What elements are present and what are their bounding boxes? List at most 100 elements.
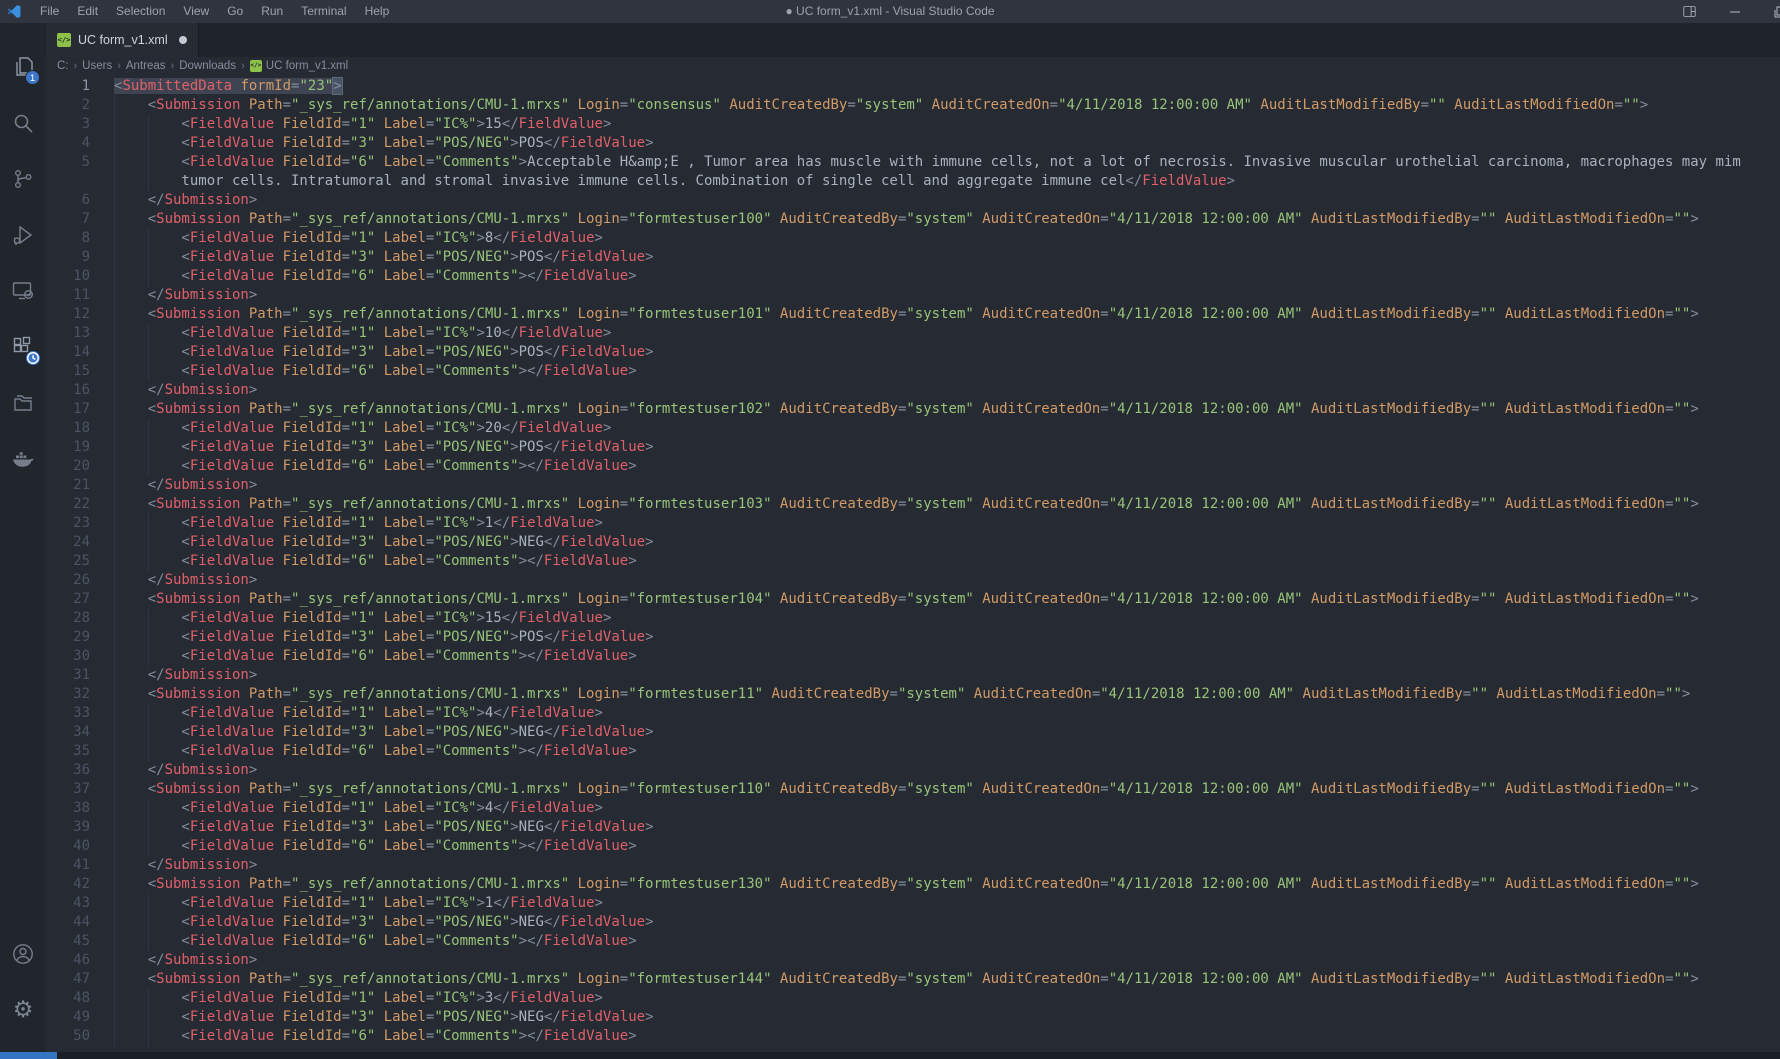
code-line[interactable]: 20<FieldValue FieldId="6" Label="Comment… xyxy=(46,457,1780,476)
line-number[interactable]: 22 xyxy=(46,495,114,514)
line-number[interactable]: 29 xyxy=(46,628,114,647)
code-line[interactable]: 3<FieldValue FieldId="1" Label="IC%">15<… xyxy=(46,115,1780,134)
code-line[interactable]: 34<FieldValue FieldId="3" Label="POS/NEG… xyxy=(46,723,1780,742)
accounts-icon[interactable] xyxy=(0,926,46,982)
breadcrumb-segment[interactable]: </>UC form_v1.xml xyxy=(248,60,350,72)
line-number[interactable]: 21 xyxy=(46,476,114,495)
search-icon[interactable] xyxy=(0,95,46,151)
code-line[interactable]: 29<FieldValue FieldId="3" Label="POS/NEG… xyxy=(46,628,1780,647)
code-line[interactable]: 46</Submission> xyxy=(46,951,1780,970)
menu-go[interactable]: Go xyxy=(218,0,252,23)
code-line[interactable]: 4<FieldValue FieldId="3" Label="POS/NEG"… xyxy=(46,134,1780,153)
unsaved-dot-icon[interactable] xyxy=(179,36,187,44)
line-number[interactable]: 31 xyxy=(46,666,114,685)
code-line[interactable]: 38<FieldValue FieldId="1" Label="IC%">4<… xyxy=(46,799,1780,818)
line-number[interactable]: 8 xyxy=(46,229,114,248)
line-number[interactable]: 27 xyxy=(46,590,114,609)
line-number[interactable]: 14 xyxy=(46,343,114,362)
line-number[interactable]: 1 xyxy=(46,77,114,96)
line-number[interactable]: 7 xyxy=(46,210,114,229)
code-line[interactable]: 1<SubmittedData formId="23"> xyxy=(46,77,1780,96)
code-line[interactable]: 41</Submission> xyxy=(46,856,1780,875)
line-number[interactable]: 6 xyxy=(46,191,114,210)
code-line[interactable]: 37<Submission Path="_sys_ref/annotations… xyxy=(46,780,1780,799)
remote-explorer-icon[interactable] xyxy=(0,263,46,319)
line-number[interactable]: 18 xyxy=(46,419,114,438)
code-line[interactable]: 50<FieldValue FieldId="6" Label="Comment… xyxy=(46,1027,1780,1046)
code-line[interactable]: 12<Submission Path="_sys_ref/annotations… xyxy=(46,305,1780,324)
line-number[interactable]: 40 xyxy=(46,837,114,856)
line-number[interactable]: 10 xyxy=(46,267,114,286)
folders-icon[interactable] xyxy=(0,375,46,431)
line-number[interactable]: 49 xyxy=(46,1008,114,1027)
code-line[interactable]: 14<FieldValue FieldId="3" Label="POS/NEG… xyxy=(46,343,1780,362)
line-number[interactable]: 5 xyxy=(46,153,114,172)
line-number[interactable]: 4 xyxy=(46,134,114,153)
line-number[interactable]: 38 xyxy=(46,799,114,818)
code-line[interactable]: 30<FieldValue FieldId="6" Label="Comment… xyxy=(46,647,1780,666)
code-line[interactable]: 9<FieldValue FieldId="3" Label="POS/NEG"… xyxy=(46,248,1780,267)
code-line[interactable]: 32<Submission Path="_sys_ref/annotations… xyxy=(46,685,1780,704)
docker-icon[interactable] xyxy=(0,431,46,487)
minimize-button[interactable] xyxy=(1712,0,1757,23)
line-number[interactable]: 20 xyxy=(46,457,114,476)
remote-indicator[interactable] xyxy=(0,1052,57,1059)
code-line[interactable]: 35<FieldValue FieldId="6" Label="Comment… xyxy=(46,742,1780,761)
line-number[interactable]: 13 xyxy=(46,324,114,343)
line-number[interactable]: 24 xyxy=(46,533,114,552)
code-line[interactable]: 31</Submission> xyxy=(46,666,1780,685)
menu-help[interactable]: Help xyxy=(356,0,399,23)
line-number[interactable]: 19 xyxy=(46,438,114,457)
line-number[interactable]: 39 xyxy=(46,818,114,837)
line-number[interactable]: 35 xyxy=(46,742,114,761)
breadcrumb-segment[interactable]: C: xyxy=(55,60,71,72)
layout-toggle-icon[interactable] xyxy=(1667,0,1712,23)
code-line[interactable]: 43<FieldValue FieldId="1" Label="IC%">1<… xyxy=(46,894,1780,913)
line-number[interactable]: 23 xyxy=(46,514,114,533)
line-number[interactable]: 36 xyxy=(46,761,114,780)
code-line[interactable]: 39<FieldValue FieldId="3" Label="POS/NEG… xyxy=(46,818,1780,837)
code-line[interactable]: 7<Submission Path="_sys_ref/annotations/… xyxy=(46,210,1780,229)
line-number[interactable]: 9 xyxy=(46,248,114,267)
line-number[interactable]: 46 xyxy=(46,951,114,970)
code-line-wrap[interactable]: tumor cells. Intratumoral and stromal in… xyxy=(46,172,1780,191)
code-line[interactable]: 19<FieldValue FieldId="3" Label="POS/NEG… xyxy=(46,438,1780,457)
menu-selection[interactable]: Selection xyxy=(107,0,174,23)
code-line[interactable]: 22<Submission Path="_sys_ref/annotations… xyxy=(46,495,1780,514)
line-number[interactable]: 17 xyxy=(46,400,114,419)
breadcrumb-segment[interactable]: Downloads xyxy=(177,60,238,72)
line-number[interactable]: 26 xyxy=(46,571,114,590)
code-line[interactable]: 10<FieldValue FieldId="6" Label="Comment… xyxy=(46,267,1780,286)
line-number[interactable]: 33 xyxy=(46,704,114,723)
menu-file[interactable]: File xyxy=(31,0,68,23)
line-number[interactable]: 16 xyxy=(46,381,114,400)
code-line[interactable]: 6</Submission> xyxy=(46,191,1780,210)
tab-uc-form-xml[interactable]: </> UC form_v1.xml xyxy=(46,23,199,57)
code-line[interactable]: 44<FieldValue FieldId="3" Label="POS/NEG… xyxy=(46,913,1780,932)
line-number[interactable]: 47 xyxy=(46,970,114,989)
code-line[interactable]: 49<FieldValue FieldId="3" Label="POS/NEG… xyxy=(46,1008,1780,1027)
code-line[interactable]: 13<FieldValue FieldId="1" Label="IC%">10… xyxy=(46,324,1780,343)
menu-run[interactable]: Run xyxy=(252,0,292,23)
code-line[interactable]: 15<FieldValue FieldId="6" Label="Comment… xyxy=(46,362,1780,381)
line-number[interactable] xyxy=(46,172,114,191)
settings-gear-icon[interactable]: ⚙ xyxy=(0,982,46,1038)
explorer-icon[interactable]: 1 xyxy=(0,39,46,95)
line-number[interactable]: 15 xyxy=(46,362,114,381)
code-line[interactable]: 27<Submission Path="_sys_ref/annotations… xyxy=(46,590,1780,609)
line-number[interactable]: 12 xyxy=(46,305,114,324)
line-number[interactable]: 28 xyxy=(46,609,114,628)
code-line[interactable]: 5<FieldValue FieldId="6" Label="Comments… xyxy=(46,153,1780,172)
code-line[interactable]: 33<FieldValue FieldId="1" Label="IC%">4<… xyxy=(46,704,1780,723)
line-number[interactable]: 48 xyxy=(46,989,114,1008)
breadcrumb-segment[interactable]: Antreas xyxy=(124,60,168,72)
line-number[interactable]: 44 xyxy=(46,913,114,932)
code-line[interactable]: 11</Submission> xyxy=(46,286,1780,305)
code-line[interactable]: 48<FieldValue FieldId="1" Label="IC%">3<… xyxy=(46,989,1780,1008)
code-line[interactable]: 21</Submission> xyxy=(46,476,1780,495)
line-number[interactable]: 32 xyxy=(46,685,114,704)
code-area[interactable]: 1<SubmittedData formId="23">2<Submission… xyxy=(46,77,1780,1059)
line-number[interactable]: 34 xyxy=(46,723,114,742)
line-number[interactable]: 43 xyxy=(46,894,114,913)
code-line[interactable]: 8<FieldValue FieldId="1" Label="IC%">8</… xyxy=(46,229,1780,248)
